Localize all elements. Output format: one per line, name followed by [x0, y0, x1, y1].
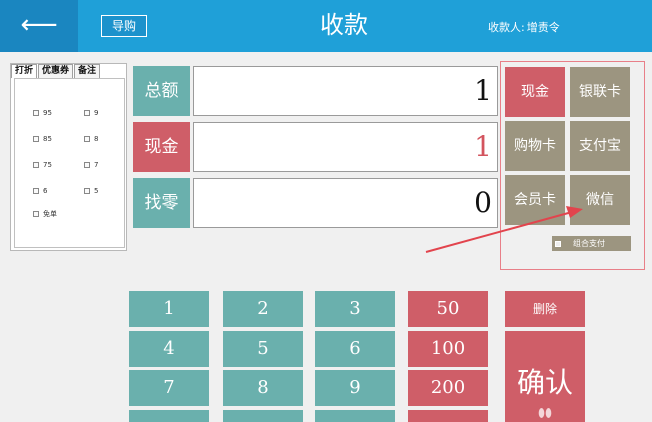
discount-option-7[interactable]: 7 [84, 161, 98, 169]
cashier-name: 增责令 [526, 21, 560, 34]
pay-unionpay-button[interactable]: 银联卡 [570, 67, 630, 117]
key-4[interactable]: 4 [129, 331, 209, 367]
arrow-left-icon: ⟵ [20, 10, 58, 40]
option-label: 免单 [43, 210, 57, 218]
option-label: 75 [43, 161, 52, 169]
option-label: 8 [94, 135, 99, 143]
cash-label: 现金 [133, 122, 190, 172]
discount-option-95[interactable]: 95 [33, 109, 52, 117]
key-50[interactable]: 50 [408, 291, 488, 327]
option-label: 85 [43, 135, 52, 143]
option-label: 7 [94, 161, 99, 169]
option-label: 95 [43, 109, 52, 117]
checkbox[interactable] [33, 136, 39, 142]
pay-cash-button[interactable]: 现金 [505, 67, 565, 117]
footprints-icon [538, 408, 552, 418]
page-title: 收款 [320, 11, 368, 39]
key-row-partial[interactable] [129, 410, 209, 422]
tab-discount[interactable]: 打折 [11, 64, 38, 78]
option-label: 6 [43, 187, 48, 195]
option-label: 5 [94, 187, 99, 195]
back-button[interactable]: ⟵ [0, 0, 78, 52]
key-3[interactable]: 3 [315, 291, 395, 327]
total-amount-field: 1 [193, 66, 498, 116]
discount-option-85[interactable]: 85 [33, 135, 52, 143]
checkbox[interactable] [33, 211, 39, 217]
discount-panel: 打折 优惠券 备注 95 9 85 8 75 7 6 5 免单 [10, 63, 127, 251]
combo-payment-label: 组合支付 [573, 239, 605, 248]
key-7[interactable]: 7 [129, 370, 209, 406]
key-9[interactable]: 9 [315, 370, 395, 406]
key-200[interactable]: 200 [408, 370, 488, 406]
discount-option-5[interactable]: 5 [84, 187, 98, 195]
tab-note[interactable]: 备注 [74, 64, 101, 78]
checkbox[interactable] [84, 162, 90, 168]
checkbox[interactable] [84, 136, 90, 142]
key-2[interactable]: 2 [223, 291, 303, 327]
cashier-info: 收款人: 增责令 [486, 19, 560, 35]
combo-payment-toggle[interactable]: 组合支付 [552, 236, 631, 251]
discount-option-8[interactable]: 8 [84, 135, 98, 143]
confirm-label: 确认 [516, 366, 573, 399]
discount-option-9[interactable]: 9 [84, 109, 98, 117]
key-row-partial[interactable] [315, 410, 395, 422]
discount-option-75[interactable]: 75 [33, 161, 52, 169]
pay-alipay-button[interactable]: 支付宝 [570, 121, 630, 171]
change-label: 找零 [133, 178, 190, 228]
pay-member-card-button[interactable]: 会员卡 [505, 175, 565, 225]
discount-option-6[interactable]: 6 [33, 187, 47, 195]
key-8[interactable]: 8 [223, 370, 303, 406]
pay-shopping-card-button[interactable]: 购物卡 [505, 121, 565, 171]
checkbox[interactable] [33, 162, 39, 168]
checkbox[interactable] [555, 240, 561, 247]
key-row-partial[interactable] [408, 410, 488, 422]
discount-option-free[interactable]: 免单 [33, 209, 57, 219]
total-label: 总额 [133, 66, 190, 116]
key-row-partial[interactable] [223, 410, 303, 422]
tab-coupon[interactable]: 优惠券 [38, 64, 74, 78]
panel-tabs: 打折 优惠券 备注 [11, 64, 101, 78]
cashier-label: 收款人: [488, 21, 525, 34]
discount-options: 95 9 85 8 75 7 6 5 免单 [14, 78, 125, 248]
delete-button[interactable]: 删除 [505, 291, 585, 327]
checkbox[interactable] [84, 188, 90, 194]
checkbox[interactable] [84, 110, 90, 116]
top-bar: ⟵ 导购 收款 收款人: 增责令 [0, 0, 652, 52]
confirm-button[interactable]: 确认 [505, 331, 585, 422]
guide-button[interactable]: 导购 [101, 15, 147, 37]
option-label: 9 [94, 109, 99, 117]
key-100[interactable]: 100 [408, 331, 488, 367]
checkbox[interactable] [33, 110, 39, 116]
cash-amount-field[interactable]: 1 [193, 122, 498, 172]
key-1[interactable]: 1 [129, 291, 209, 327]
pay-wechat-button[interactable]: 微信 [570, 175, 630, 225]
checkbox[interactable] [33, 188, 39, 194]
key-5[interactable]: 5 [223, 331, 303, 367]
key-6[interactable]: 6 [315, 331, 395, 367]
change-amount-field: 0 [193, 178, 498, 228]
